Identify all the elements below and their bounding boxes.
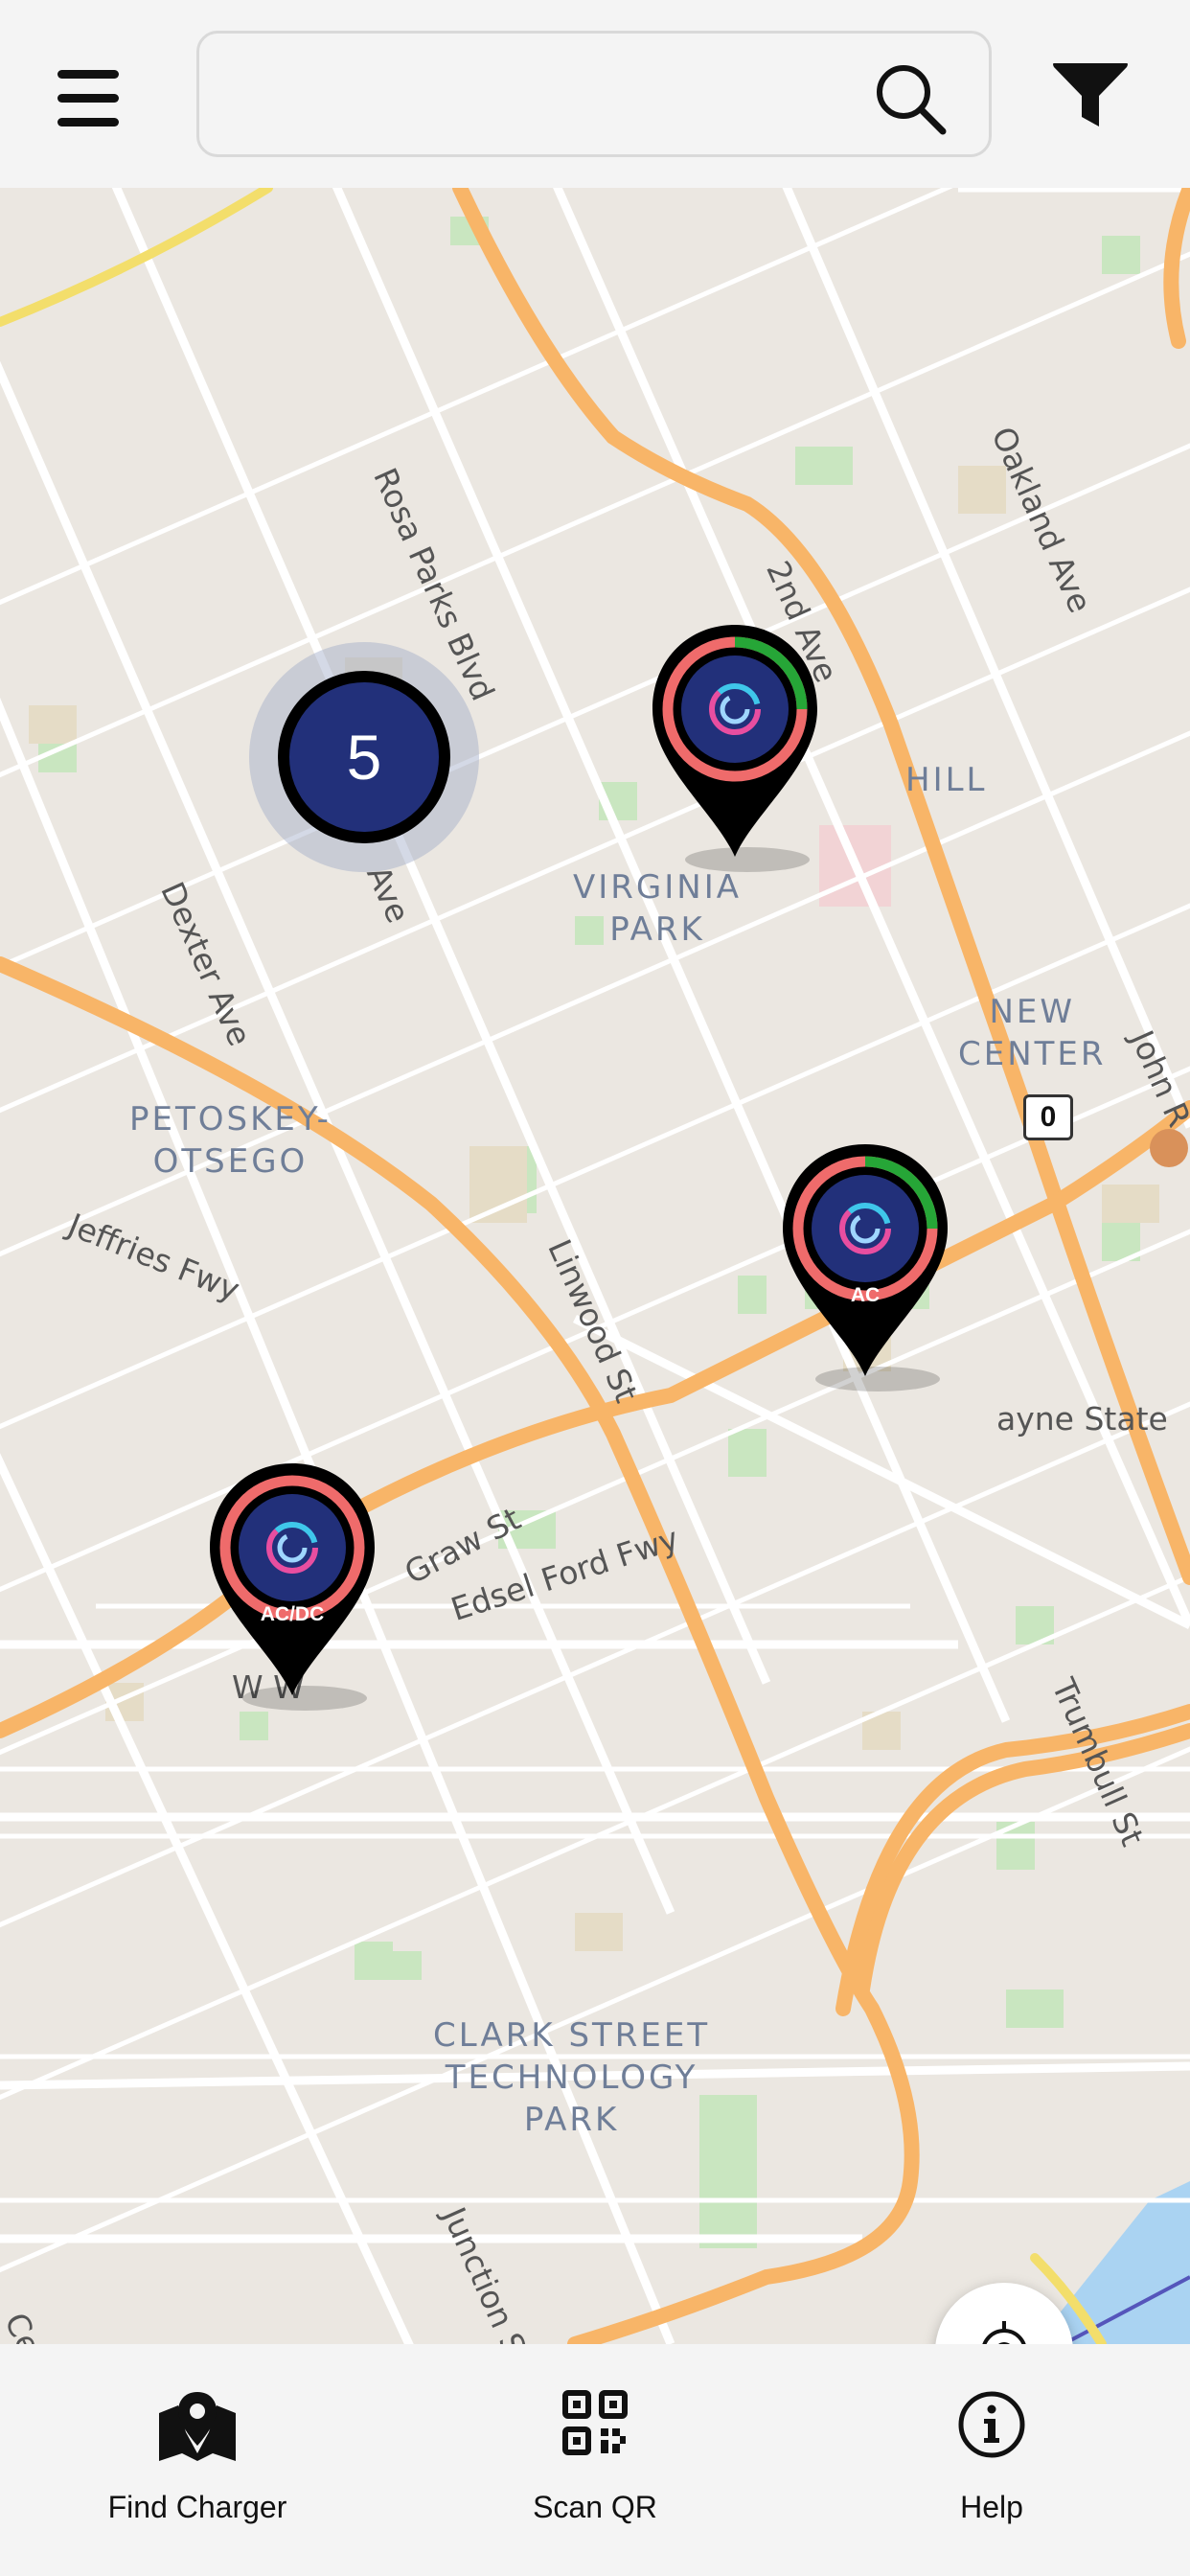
search-icon[interactable] xyxy=(872,60,949,137)
cluster-count: 5 xyxy=(278,671,450,843)
hamburger-menu-icon xyxy=(57,69,119,79)
university-icon xyxy=(1150,1129,1188,1167)
street-label-wayne-state: ayne State xyxy=(996,1400,1168,1438)
charger-marker-east[interactable]: AC xyxy=(779,1140,951,1392)
nav-help[interactable]: Help xyxy=(848,2344,1135,2576)
nav-help-label: Help xyxy=(960,2490,1023,2524)
qr-code-icon xyxy=(562,2390,628,2455)
area-label-petoskey-otsego: PETOSKEY- OTSEGO xyxy=(129,1100,332,1181)
nav-scan-qr-label: Scan QR xyxy=(533,2490,657,2524)
nav-scan-qr[interactable]: Scan QR xyxy=(451,2344,739,2576)
charger-type-label: AC/DC xyxy=(260,1603,325,1625)
charger-marker-west[interactable]: AC/DC xyxy=(206,1460,378,1711)
highway-shield: 0 xyxy=(1023,1094,1073,1140)
nav-find-charger[interactable]: Find Charger xyxy=(54,2344,341,2576)
top-bar xyxy=(0,0,1190,188)
crosshair-icon xyxy=(982,2321,1026,2344)
charger-marker-north[interactable] xyxy=(649,621,821,872)
charger-cluster[interactable]: 5 xyxy=(249,642,479,872)
info-icon xyxy=(958,2391,1025,2458)
pin-shape xyxy=(783,1144,948,1376)
map-view[interactable]: Rosa Parks Blvd Ave 2nd Ave Oakland Ave Dext… xyxy=(0,188,1190,2344)
menu-button[interactable] xyxy=(57,58,138,138)
area-label-clark-street: CLARK STREET TECHNOLOGY PARK xyxy=(433,2016,711,2139)
area-label-new-center: NEW CENTER xyxy=(958,993,1107,1073)
nav-find-charger-label: Find Charger xyxy=(107,2490,287,2524)
charger-type-label: AC xyxy=(850,1284,881,1306)
filter-icon[interactable] xyxy=(1052,59,1129,130)
search-input[interactable] xyxy=(228,55,864,137)
search-bar[interactable] xyxy=(196,31,992,157)
bottom-navigation: Find Charger Scan QR Help xyxy=(0,2344,1190,2576)
area-label-virginia-park: VIRGINIA PARK xyxy=(573,868,743,949)
pin-shape xyxy=(210,1463,375,1695)
pin-shape xyxy=(652,625,817,857)
map-pin-icon xyxy=(159,2392,236,2461)
area-label-hill: HILL xyxy=(905,761,988,799)
